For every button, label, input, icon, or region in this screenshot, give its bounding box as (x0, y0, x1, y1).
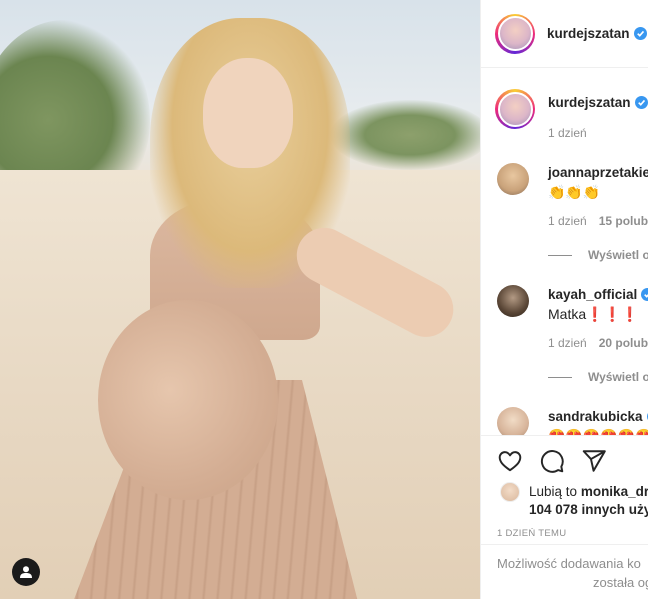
user-icon (20, 566, 32, 578)
face (203, 58, 293, 168)
comment-author[interactable]: joannaprzetakie (548, 165, 648, 180)
comment-meta: 1 dzień 20 polubi (548, 336, 648, 350)
author-avatar[interactable] (495, 13, 535, 54)
comment-author[interactable]: kayah_official (548, 287, 648, 302)
replies-dash (548, 255, 572, 257)
post-header: kurdejszatan (481, 0, 648, 68)
comments-list: kurdejszatan 1 dzień joannaprzetakie 👏👏👏… (481, 69, 648, 435)
post-timestamp[interactable]: 1 DZIEŃ TEMU (497, 528, 566, 539)
verified-badge-icon (641, 288, 648, 301)
notice-line-1: Możliwość dodawania ko (497, 556, 641, 571)
post-actions: Lubią to monika_dry 104 078 innych użyt … (481, 435, 648, 539)
comment-text: 👏👏👏 (548, 184, 601, 200)
verified-badge-icon (634, 96, 648, 109)
action-icons (497, 448, 607, 474)
replies-dash (548, 377, 572, 379)
caption-time[interactable]: 1 dzień (548, 126, 587, 140)
tagged-users-button[interactable] (12, 558, 40, 586)
likes-line-1: Lubią to monika_dry (529, 484, 648, 499)
trees-right (330, 100, 480, 170)
comment-author[interactable]: sandrakubicka (548, 409, 648, 424)
author-username[interactable]: kurdejszatan (547, 26, 647, 41)
comment-icon (541, 450, 564, 473)
verified-badge-icon (633, 27, 647, 40)
comment-avatar[interactable] (497, 407, 529, 435)
comment-likes[interactable]: 20 polubi (599, 336, 648, 350)
comment-time[interactable]: 1 dzień (548, 336, 587, 350)
view-replies-link[interactable]: Wyświetl od (548, 248, 648, 262)
heart-icon (498, 451, 522, 472)
comment-avatar[interactable] (497, 163, 529, 195)
belly (98, 300, 278, 500)
caption-avatar[interactable] (495, 89, 535, 129)
notice-line-2: została og (593, 575, 648, 590)
comment-meta: 1 dzień 15 polubie (548, 214, 648, 228)
comment-avatar[interactable] (497, 285, 529, 317)
likes-count-link[interactable]: 104 078 innych użyt (529, 502, 648, 517)
comment-text: 😍😍😍😍😍😍 (548, 428, 648, 435)
comment-time[interactable]: 1 dzień (548, 214, 587, 228)
share-icon (582, 450, 606, 472)
liker-avatar[interactable] (500, 482, 520, 502)
like-button[interactable] (497, 448, 523, 474)
post-photo[interactable] (0, 0, 480, 599)
comment-likes[interactable]: 15 polubie (599, 214, 648, 228)
comment-button[interactable] (539, 448, 565, 474)
comment-text: Matka❗❗❗ (548, 306, 639, 322)
share-button[interactable] (581, 448, 607, 474)
comments-disabled-notice: Możliwość dodawania ko została og (481, 544, 648, 599)
first-liker-link[interactable]: monika_dry (581, 484, 648, 499)
caption-author[interactable]: kurdejszatan (548, 95, 648, 110)
view-replies-link[interactable]: Wyświetl od (548, 370, 648, 384)
post-side-panel: kurdejszatan kurdejszatan 1 dzień joanna… (480, 0, 648, 599)
